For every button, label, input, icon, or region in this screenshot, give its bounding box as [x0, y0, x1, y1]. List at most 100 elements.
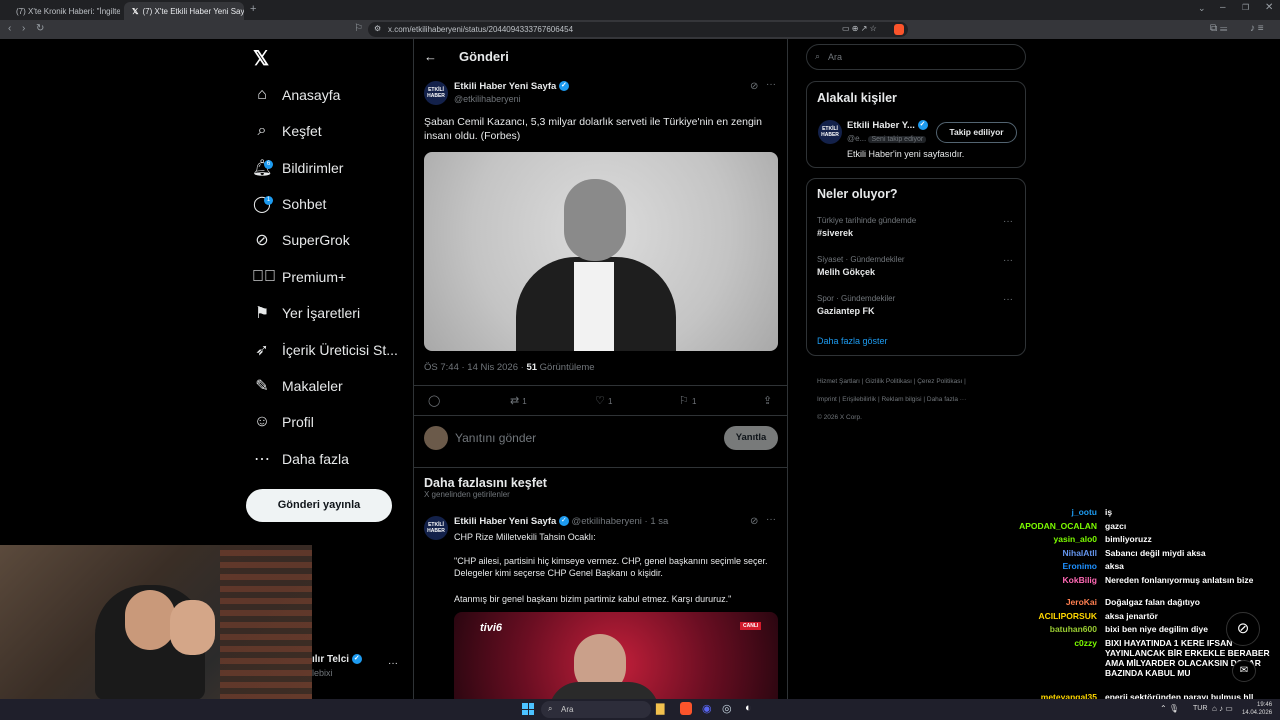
discord-icon[interactable]: ◉ [702, 702, 712, 715]
post-button[interactable]: Gönderi yayınla [246, 489, 392, 522]
verified-icon: ✓ [351, 654, 362, 665]
page-tools-icon[interactable]: ▭ ⊕ ↗ ☆ [842, 24, 877, 33]
bookmark-page-icon[interactable]: ⚐ [354, 23, 363, 34]
x-logo-icon[interactable]: 𝕏 [253, 46, 269, 71]
nav-articles[interactable]: ✎ Makaleler [252, 371, 342, 401]
nav-supergrok[interactable]: ⊘ SuperGrok [252, 225, 349, 255]
author-handle[interactable]: @etkilihaberyeni [454, 94, 521, 104]
trend-more-icon[interactable]: ··· [1003, 216, 1013, 227]
menu-icon[interactable]: ♪ ≡ [1250, 23, 1264, 34]
more-icon: ⋯ [254, 451, 270, 468]
close-window-icon[interactable]: ✕ [1265, 2, 1273, 13]
nav-more[interactable]: ⋯ Daha fazla [252, 444, 349, 474]
reply-input[interactable]: Yanıtını gönder [455, 431, 536, 445]
main-column: ← Gönderi ETKİLİ HABER Etkili Haber Yeni… [413, 39, 788, 699]
nav-bookmarks[interactable]: ⚑ Yer İşaretleri [252, 298, 360, 328]
nav-chat[interactable]: ◯ 1 Sohbet [252, 189, 326, 219]
steam-icon[interactable]: ◎ [722, 702, 732, 715]
trend-item[interactable]: Spor · Gündemdekiler Gaziantep FK ··· [817, 294, 1017, 322]
nav-profile[interactable]: ☺ Profil [252, 407, 314, 437]
bookmark-button[interactable]: ⚐ 1 [679, 394, 696, 407]
account-more-icon[interactable]: ··· [388, 658, 398, 669]
grok-explain-icon[interactable]: ⊘ [750, 516, 758, 527]
chat-username[interactable]: ACILIPORSUK [900, 611, 1105, 621]
network-volume-icons[interactable]: ⌂ ♪ ▭ [1212, 704, 1233, 713]
tray-icons[interactable]: ⌃ 🎙︎ [1160, 704, 1179, 713]
new-tab-icon[interactable]: + [250, 3, 256, 15]
author-name[interactable]: Etkili Haber Yeni Sayfa ✓ [454, 81, 569, 92]
trend-more-icon[interactable]: ··· [1003, 294, 1013, 305]
nav-home[interactable]: ⌂ Anasayfa [252, 80, 340, 110]
grok-explain-icon[interactable]: ⊘ [750, 81, 758, 92]
chat-username[interactable]: APODAN_OCALAN [900, 521, 1105, 531]
nav-creator-studio[interactable]: ➶ İçerik Üreticisi St... [252, 335, 398, 365]
discover-author[interactable]: Etkili Haber Yeni Sayfa ✓ @etkilihaberye… [454, 516, 668, 527]
file-explorer-icon[interactable]: ▇ [656, 702, 664, 715]
site-info-icon[interactable]: ⚙ [374, 24, 381, 33]
reply-icon[interactable]: ◯ [428, 394, 440, 407]
grok-button[interactable]: ⊘ [1226, 612, 1260, 646]
chat-message: KokBilig Nereden fonlanıyormuş anlatsın b… [900, 575, 1280, 585]
browser-tab-bar: (7) X'te Kronik Haberi: "İngiltere'de m … [0, 0, 1280, 20]
discover-author-avatar[interactable]: ETKİLİ HABER [424, 516, 448, 540]
chat-text: Nereden fonlanıyormuş anlatsın bize [1105, 574, 1254, 585]
back-arrow-icon[interactable]: ← [424, 49, 437, 64]
my-avatar[interactable] [424, 426, 448, 450]
chat-username[interactable]: j_ootu [900, 507, 1105, 517]
related-avatar[interactable]: ETKİLİ HABER [818, 120, 842, 144]
like-button[interactable]: ♡ 1 [595, 394, 612, 407]
show-more-link[interactable]: Daha fazla göster [817, 336, 888, 346]
windows-start-icon[interactable] [522, 703, 534, 715]
language-indicator[interactable]: TUR [1193, 705, 1207, 712]
retweet-button[interactable]: ⇄ 1 [510, 394, 527, 407]
nav-explore[interactable]: ⌕ Keşfet [252, 116, 322, 146]
browser-tab[interactable]: (7) X'te Kronik Haberi: "İngiltere'de m [8, 2, 120, 20]
tweet-more-icon[interactable]: ··· [766, 79, 776, 90]
related-name[interactable]: Etkili Haber Y... ✓ [847, 120, 928, 131]
url-field[interactable]: ⚙ x.com/etkilihaberyeni/status/204409433… [368, 22, 908, 37]
chat-username[interactable]: KokBilig [900, 575, 1105, 585]
brave-shield-icon[interactable] [894, 24, 904, 35]
related-title: Alakalı kişiler [817, 91, 897, 105]
chat-username[interactable]: batuhan600 [900, 624, 1105, 634]
chat-username[interactable]: JeroKai [900, 597, 1105, 607]
obs-icon[interactable]: ◐ [745, 702, 752, 714]
chat-username[interactable]: Eronimo [900, 561, 1105, 571]
extensions-icon[interactable]: ⧉ ☰ [1210, 23, 1227, 34]
nav-premium[interactable]: ✓⃝ Premium+ [252, 262, 346, 292]
reply-button[interactable]: Yanıtla [724, 426, 778, 450]
brave-icon[interactable] [680, 702, 692, 715]
trend-more-icon[interactable]: ··· [1003, 255, 1013, 266]
browser-tab-active[interactable]: 𝕏(7) X'te Etkili Haber Yeni Sayfa: "Ş [124, 2, 244, 20]
account-switcher[interactable]: ılır Telci ✓ lebixi [312, 654, 362, 678]
messages-icon[interactable]: ✉ [1232, 660, 1256, 682]
premium-icon: ✓⃝ [252, 268, 276, 285]
trend-item[interactable]: Siyaset · Gündemdekiler Melih Gökçek ··· [817, 255, 1017, 283]
clock[interactable]: 19:46 14.04.2026 [1242, 701, 1272, 717]
discover-video[interactable]: tivi6 CANLI [454, 612, 778, 699]
minimize-icon[interactable]: – [1220, 2, 1226, 13]
reload-icon[interactable]: ↻ [36, 23, 44, 34]
chat-username[interactable]: c0zzy [900, 638, 1105, 678]
nav-notifications[interactable]: 🔔︎ 6 Bildirimler [252, 153, 343, 183]
chat-username[interactable]: yasin_alo0 [900, 534, 1105, 544]
back-icon[interactable]: ‹ [8, 23, 11, 34]
chat-username[interactable]: NihalAtll [900, 548, 1105, 558]
tab-list-icon[interactable]: ⌄ [1198, 3, 1206, 14]
discover-more-icon[interactable]: ··· [766, 514, 776, 525]
search-input[interactable]: ⌕ Ara [806, 44, 1026, 70]
tweet-image[interactable] [424, 152, 778, 351]
forward-icon[interactable]: › [22, 23, 25, 34]
discover-text-3: Atanmış bir genel başkanı bizim partimiz… [454, 594, 732, 604]
verified-icon: ✓ [558, 516, 569, 527]
chat-message: NihalAtll Sabancı değil miydi aksa [900, 548, 1280, 558]
share-icon[interactable]: ⇪ [763, 394, 772, 407]
author-avatar[interactable]: ETKİLİ HABER [424, 81, 448, 105]
following-button[interactable]: Takip ediliyor [936, 122, 1017, 143]
discover-title: Daha fazlasını keşfet [424, 476, 547, 490]
search-icon: ⌕ [548, 704, 553, 713]
chat-message: APODAN_OCALAN gazcı [900, 521, 1280, 531]
taskbar-search[interactable]: ⌕ Ara [541, 701, 651, 718]
maximize-icon[interactable]: ❐ [1242, 3, 1249, 12]
trend-item[interactable]: Türkiye tarihinde gündemde #siverek ··· [817, 216, 1017, 244]
